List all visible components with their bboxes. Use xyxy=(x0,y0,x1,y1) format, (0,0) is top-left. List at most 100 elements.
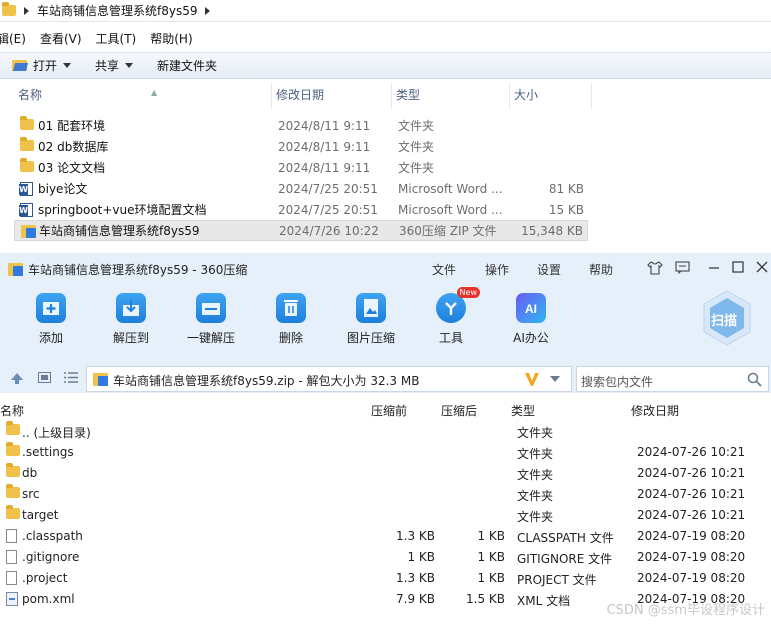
archive-entry-row[interactable]: .classpath 1.3 KB 1 KB CLASSPATH 文件 2024… xyxy=(0,525,771,546)
skin-icon[interactable] xyxy=(647,261,663,278)
entry-name: pom.xml xyxy=(22,592,75,606)
entry-type: 文件夹 xyxy=(517,489,554,503)
delete-button[interactable]: 删除 xyxy=(256,293,326,346)
svg-text:AI: AI xyxy=(525,302,537,316)
column-date[interactable]: 修改日期 xyxy=(272,84,392,108)
scan-label: 扫描 xyxy=(711,314,738,329)
one-click-extract-icon xyxy=(196,293,226,323)
up-arrow-icon[interactable] xyxy=(10,372,24,387)
archive-column-header: 名称 压缩前 压缩后 类型 修改日期 xyxy=(0,399,771,419)
file-date: 2024/8/11 9:11 xyxy=(278,160,371,175)
thumbnail-view-icon[interactable] xyxy=(38,372,51,386)
file-date: 2024/7/26 10:22 xyxy=(279,223,379,238)
menu-help[interactable]: 帮助 xyxy=(589,261,613,278)
open-icon xyxy=(12,60,27,71)
menu-tools[interactable]: 工具(T) xyxy=(96,29,147,49)
file-name: springboot+vue环境配置文档 xyxy=(38,203,207,217)
archive-path-text: 车站商铺信息管理系统f8ys59.zip - 解包大小为 32.3 MB xyxy=(113,374,420,388)
new-folder-button[interactable]: 新建文件夹 xyxy=(145,52,229,79)
file-row[interactable]: 02 db数据库 2024/8/11 9:11 文件夹 xyxy=(14,136,588,157)
one-click-extract-button[interactable]: 一键解压 xyxy=(176,293,246,346)
v-logo-icon[interactable] xyxy=(524,371,540,390)
add-button[interactable]: 添加 xyxy=(16,293,86,346)
window-title: 车站商铺信息管理系统f8ys59 - 360压缩 xyxy=(28,263,248,277)
archive-entry-row[interactable]: target 文件夹 2024-07-26 10:21 xyxy=(0,504,771,525)
file-name: 03 论文文档 xyxy=(38,161,106,175)
image-compress-button[interactable]: 图片压缩 xyxy=(336,293,406,346)
xml-file-icon xyxy=(6,592,18,606)
close-icon[interactable] xyxy=(756,261,768,276)
menu-view[interactable]: 查看(V) xyxy=(40,29,92,49)
open-button[interactable]: 打开 xyxy=(0,52,83,79)
archive-entry-row[interactable]: .settings 文件夹 2024-07-26 10:21 xyxy=(0,441,771,462)
menu-settings[interactable]: 设置 xyxy=(537,261,561,278)
chevron-right-icon[interactable] xyxy=(205,6,211,15)
archive-entry-row[interactable]: src 文件夹 2024-07-26 10:21 xyxy=(0,483,771,504)
menu-edit[interactable]: 辑(E) xyxy=(0,29,36,49)
search-placeholder: 搜索包内文件 xyxy=(581,375,654,389)
column-size-before[interactable]: 压缩前 xyxy=(371,402,407,419)
menu-file[interactable]: 文件 xyxy=(432,261,456,278)
column-type[interactable]: 类型 xyxy=(392,84,510,108)
command-bar: 打开 共享 新建文件夹 xyxy=(0,52,771,79)
folder-icon xyxy=(6,421,20,435)
archive-path-field[interactable]: 车站商铺信息管理系统f8ys59.zip - 解包大小为 32.3 MB xyxy=(86,366,572,392)
entry-size-after: 1 KB xyxy=(477,571,505,585)
breadcrumb-folder[interactable]: 车站商铺信息管理系统f8ys59 xyxy=(37,2,197,19)
menu-operation[interactable]: 操作 xyxy=(485,261,509,278)
entry-size-after: 1 KB xyxy=(477,529,505,543)
share-button[interactable]: 共享 xyxy=(83,52,145,79)
entry-name: .settings xyxy=(22,445,74,459)
tools-button[interactable]: New 工具 xyxy=(416,287,486,346)
file-row[interactable]: springboot+vue环境配置文档 2024/7/25 20:51 Mic… xyxy=(14,199,588,220)
column-name[interactable]: 名称 ▲ xyxy=(14,84,272,108)
column-modified[interactable]: 修改日期 xyxy=(631,402,679,419)
archive-entry-row[interactable]: db 文件夹 2024-07-26 10:21 xyxy=(0,462,771,483)
new-badge: New xyxy=(456,287,480,298)
entry-date: 2024-07-19 08:20 xyxy=(637,571,746,585)
file-row[interactable]: 01 配套环境 2024/8/11 9:11 文件夹 xyxy=(14,115,588,136)
one-click-extract-label: 一键解压 xyxy=(186,331,235,345)
entry-name: src xyxy=(22,487,40,501)
file-row[interactable]: 03 论文文档 2024/8/11 9:11 文件夹 xyxy=(14,157,588,178)
column-size[interactable]: 大小 xyxy=(510,84,592,108)
zip-toolbar: 添加 解压到 一键解压 删除 图片压缩 New 工具 AI AI办公 xyxy=(0,285,771,361)
scan-button[interactable]: 扫描 xyxy=(701,289,753,347)
column-name[interactable]: 名称 xyxy=(0,402,24,419)
file-row-selected[interactable]: 车站商铺信息管理系统f8ys59 2024/7/26 10:22 360压缩 Z… xyxy=(14,220,588,241)
folder-icon xyxy=(6,484,20,498)
archive-entry-row[interactable]: .gitignore 1 KB 1 KB GITIGNORE 文件 2024-0… xyxy=(0,546,771,567)
feedback-icon[interactable] xyxy=(675,261,690,277)
archive-entry-row[interactable]: .project 1.3 KB 1 KB PROJECT 文件 2024-07-… xyxy=(0,567,771,588)
zip-icon xyxy=(93,373,108,386)
dropdown-arrow-icon[interactable] xyxy=(550,376,560,382)
list-view-icon[interactable] xyxy=(64,372,78,386)
entry-type: 文件夹 xyxy=(517,426,554,440)
file-date: 2024/8/11 9:11 xyxy=(278,139,371,154)
entry-name: target xyxy=(22,508,59,522)
zip-address-bar: 车站商铺信息管理系统f8ys59.zip - 解包大小为 32.3 MB 搜索包… xyxy=(0,361,771,393)
ai-office-button[interactable]: AI AI办公 xyxy=(496,293,566,346)
add-label: 添加 xyxy=(38,331,63,345)
address-bar[interactable]: 车站商铺信息管理系统f8ys59 xyxy=(0,0,771,22)
extract-to-icon xyxy=(116,293,146,323)
chevron-right-icon[interactable] xyxy=(24,6,29,15)
zip-archive-window: 车站商铺信息管理系统f8ys59 - 360压缩 文件 操作 设置 帮助 添加 xyxy=(0,253,771,624)
entry-size-before: 1.3 KB xyxy=(396,571,435,585)
column-size-after[interactable]: 压缩后 xyxy=(441,402,477,419)
menu-help[interactable]: 帮助(H) xyxy=(150,29,202,49)
image-compress-icon xyxy=(356,293,386,323)
column-type[interactable]: 类型 xyxy=(511,402,535,419)
entry-type: 文件夹 xyxy=(517,447,554,461)
maximize-icon[interactable] xyxy=(732,261,744,276)
file-row[interactable]: biye论文 2024/7/25 20:51 Microsoft Word ..… xyxy=(14,178,588,199)
folder-icon xyxy=(20,158,34,172)
extract-to-button[interactable]: 解压到 xyxy=(96,293,166,346)
archive-entry-row[interactable]: .. (上级目录) 文件夹 xyxy=(0,420,771,441)
title-bar: 车站商铺信息管理系统f8ys59 - 360压缩 文件 操作 设置 帮助 xyxy=(0,253,771,285)
minimize-icon[interactable] xyxy=(708,261,720,276)
search-icon[interactable] xyxy=(747,372,762,390)
folder-icon xyxy=(20,137,34,151)
archive-search-input[interactable]: 搜索包内文件 xyxy=(576,366,769,392)
file-icon xyxy=(6,529,17,543)
